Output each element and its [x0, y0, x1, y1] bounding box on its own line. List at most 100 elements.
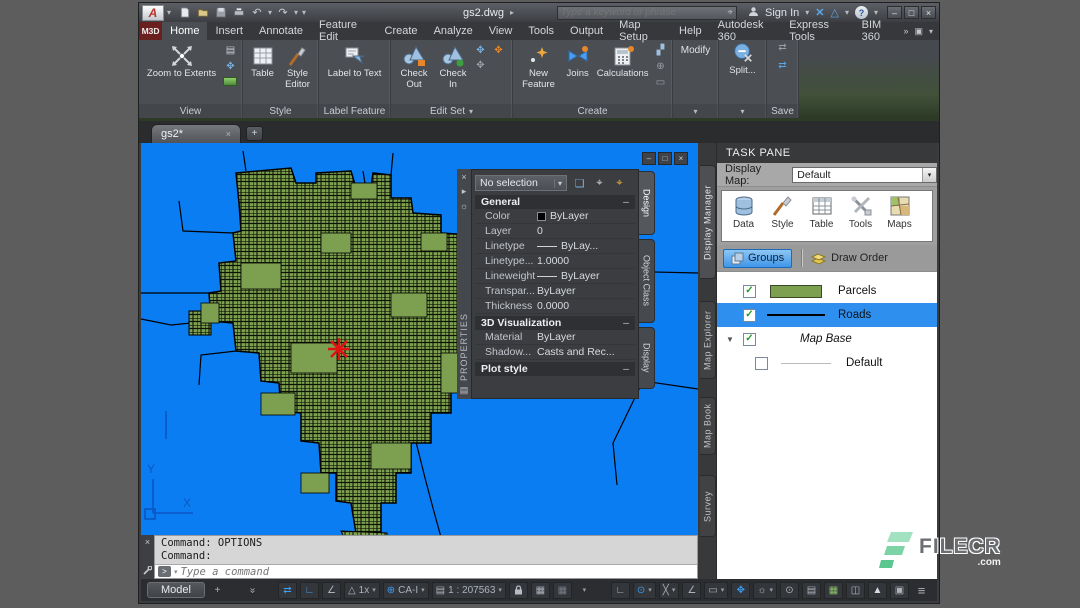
roads-checkbox[interactable]: ✓: [743, 309, 756, 322]
palette-tab-display[interactable]: Display: [639, 327, 655, 389]
collapse-3dviz-icon[interactable]: –: [623, 317, 629, 329]
a360-dropdown-icon[interactable]: ▾: [845, 8, 849, 17]
editset-tool3-icon[interactable]: ✥: [473, 60, 488, 72]
help-dropdown-icon[interactable]: ▾: [874, 8, 878, 17]
layer-name[interactable]: Roads: [838, 309, 871, 321]
collapse-general-icon[interactable]: –: [623, 196, 629, 208]
panel-label-view[interactable]: View: [139, 104, 242, 118]
layer-tool-icon[interactable]: ▤: [223, 45, 238, 57]
display-map-dropdown-icon[interactable]: ▾: [922, 168, 936, 182]
editset-tool1-icon[interactable]: ✥: [473, 45, 488, 57]
layer-row-parcels[interactable]: ✓ Parcels: [717, 279, 937, 303]
prop-row-linetype-scale[interactable]: Linetype...1.0000: [475, 254, 635, 269]
undo-icon[interactable]: ↶: [250, 7, 264, 19]
open-file-icon[interactable]: [196, 7, 210, 19]
style-editor-button[interactable]: Style Editor: [281, 42, 314, 102]
save-icon[interactable]: [214, 7, 228, 19]
workspace-badge[interactable]: M3D: [139, 22, 162, 40]
tab-help[interactable]: Help: [671, 22, 710, 40]
new-feature-button[interactable]: New Feature: [517, 42, 560, 102]
drawing-restore-button[interactable]: □: [658, 152, 672, 165]
layer-row-default[interactable]: Default: [717, 351, 937, 375]
file-tab-close-icon[interactable]: ×: [226, 129, 231, 139]
editset-tool2-icon[interactable]: ✥: [491, 45, 506, 57]
tab-create[interactable]: Create: [377, 22, 426, 40]
grid-display-button[interactable]: ▦: [531, 582, 550, 599]
grid-dropdown-icon[interactable]: ▾: [575, 582, 594, 599]
more-tabs-icon[interactable]: »: [903, 26, 908, 36]
prop-row-linetype[interactable]: LinetypeByLay...: [475, 239, 635, 254]
palette-close-icon[interactable]: ×: [461, 172, 466, 182]
default-checkbox[interactable]: [755, 357, 768, 370]
section-general[interactable]: General –: [475, 195, 635, 209]
map-status-icon[interactable]: ▦: [824, 582, 843, 599]
toggle-pickadd-icon[interactable]: ❏: [572, 177, 587, 190]
view-tool-icon[interactable]: ✥: [223, 61, 238, 73]
palette-tab-design[interactable]: Design: [639, 171, 655, 235]
map-base-expander-icon[interactable]: ▼: [717, 335, 743, 344]
coordinate-system-button[interactable]: ⊕ CA-I ▾: [383, 582, 429, 599]
isolate-objects-button[interactable]: ⊙: [780, 582, 799, 599]
parcels-checkbox[interactable]: ✓: [743, 285, 756, 298]
selection-dropdown[interactable]: No selection ▾: [475, 175, 567, 191]
help-icon[interactable]: ?: [855, 6, 868, 19]
map-scale-button[interactable]: ▤ 1 : 207563 ▾: [432, 582, 506, 599]
recent-commands-icon[interactable]: ▾: [174, 568, 178, 576]
tab-autodesk360[interactable]: Autodesk 360: [710, 22, 782, 40]
check-in-button[interactable]: Check In: [436, 42, 470, 102]
tab-home[interactable]: Home: [162, 22, 207, 40]
notification-warning-icon[interactable]: ▲: [868, 582, 887, 599]
panel-label-save[interactable]: Save: [767, 104, 798, 118]
signin-dropdown-icon[interactable]: ▾: [805, 8, 809, 17]
workspace-settings-button[interactable]: ☼ ▾: [753, 582, 777, 599]
zoom-to-extents-button[interactable]: Zoom to Extents: [143, 42, 220, 102]
section-plot-style[interactable]: Plot style –: [475, 362, 635, 376]
plot-icon[interactable]: [232, 7, 246, 19]
panel-label-split[interactable]: ▾: [719, 104, 766, 118]
sign-in-button[interactable]: Sign In: [765, 7, 799, 19]
layer-name[interactable]: Parcels: [838, 285, 876, 297]
undo-dropdown-icon[interactable]: ▾: [268, 8, 272, 17]
minimize-button[interactable]: –: [887, 6, 902, 19]
infer-constraints-button[interactable]: ∟: [611, 582, 630, 599]
panel-label-edit-set[interactable]: Edit Set▾: [391, 104, 512, 118]
style-button[interactable]: Style: [764, 194, 801, 239]
split-expand-icon[interactable]: ▾: [740, 107, 744, 116]
show-annotation-objects-button[interactable]: ✥: [731, 582, 750, 599]
tab-output[interactable]: Output: [562, 22, 611, 40]
clean-screen-button[interactable]: ▣: [890, 582, 909, 599]
prop-row-color[interactable]: ColorByLayer: [475, 209, 635, 224]
annotation-scale-button[interactable]: △ 1x ▾: [344, 582, 380, 599]
map-base-checkbox[interactable]: ✓: [743, 333, 756, 346]
tab-annotate[interactable]: Annotate: [251, 22, 311, 40]
file-tab-gs2[interactable]: gs2* ×: [151, 124, 241, 143]
layer-row-roads[interactable]: ✓ Roads: [717, 303, 937, 327]
command-input[interactable]: [181, 566, 694, 578]
autodesk360-icon[interactable]: △: [831, 6, 839, 19]
tab-view[interactable]: View: [481, 22, 521, 40]
tab-tools[interactable]: Tools: [520, 22, 562, 40]
close-button[interactable]: ×: [921, 6, 936, 19]
create-tool1-icon[interactable]: ▞: [653, 45, 668, 57]
tab-bim360[interactable]: BIM 360: [854, 22, 904, 40]
tab-feature-edit[interactable]: Feature Edit: [311, 22, 377, 40]
collapse-plot-icon[interactable]: –: [623, 363, 629, 375]
prop-row-shadow[interactable]: Shadow...Casts and Rec...: [475, 345, 635, 360]
object-snap-button[interactable]: ╳ ▾: [659, 582, 680, 599]
tab-analyze[interactable]: Analyze: [426, 22, 481, 40]
command-close-icon[interactable]: ×: [145, 537, 150, 547]
binoculars-icon[interactable]: ⌖: [727, 7, 733, 18]
tools-button[interactable]: Tools: [842, 194, 879, 239]
3d-object-snap-button[interactable]: ∠: [682, 582, 701, 599]
calculations-button[interactable]: Calculations: [595, 42, 650, 102]
draw-order-tab-button[interactable]: Draw Order: [811, 252, 888, 265]
exchange-apps-icon[interactable]: ✕: [815, 6, 824, 19]
layer-name[interactable]: Default: [846, 357, 882, 369]
ribbon-minimize-icon[interactable]: ▣: [914, 26, 923, 37]
qat-customize-icon[interactable]: ▾: [302, 8, 306, 17]
panel-label-label-feature[interactable]: Label Feature: [319, 104, 390, 118]
prop-row-transparency[interactable]: Transpar...ByLayer: [475, 284, 635, 299]
create-tool2-icon[interactable]: ⊕: [653, 61, 668, 73]
tab-express-tools[interactable]: Express Tools: [781, 22, 853, 40]
help-search-box[interactable]: ⌖: [557, 6, 737, 20]
